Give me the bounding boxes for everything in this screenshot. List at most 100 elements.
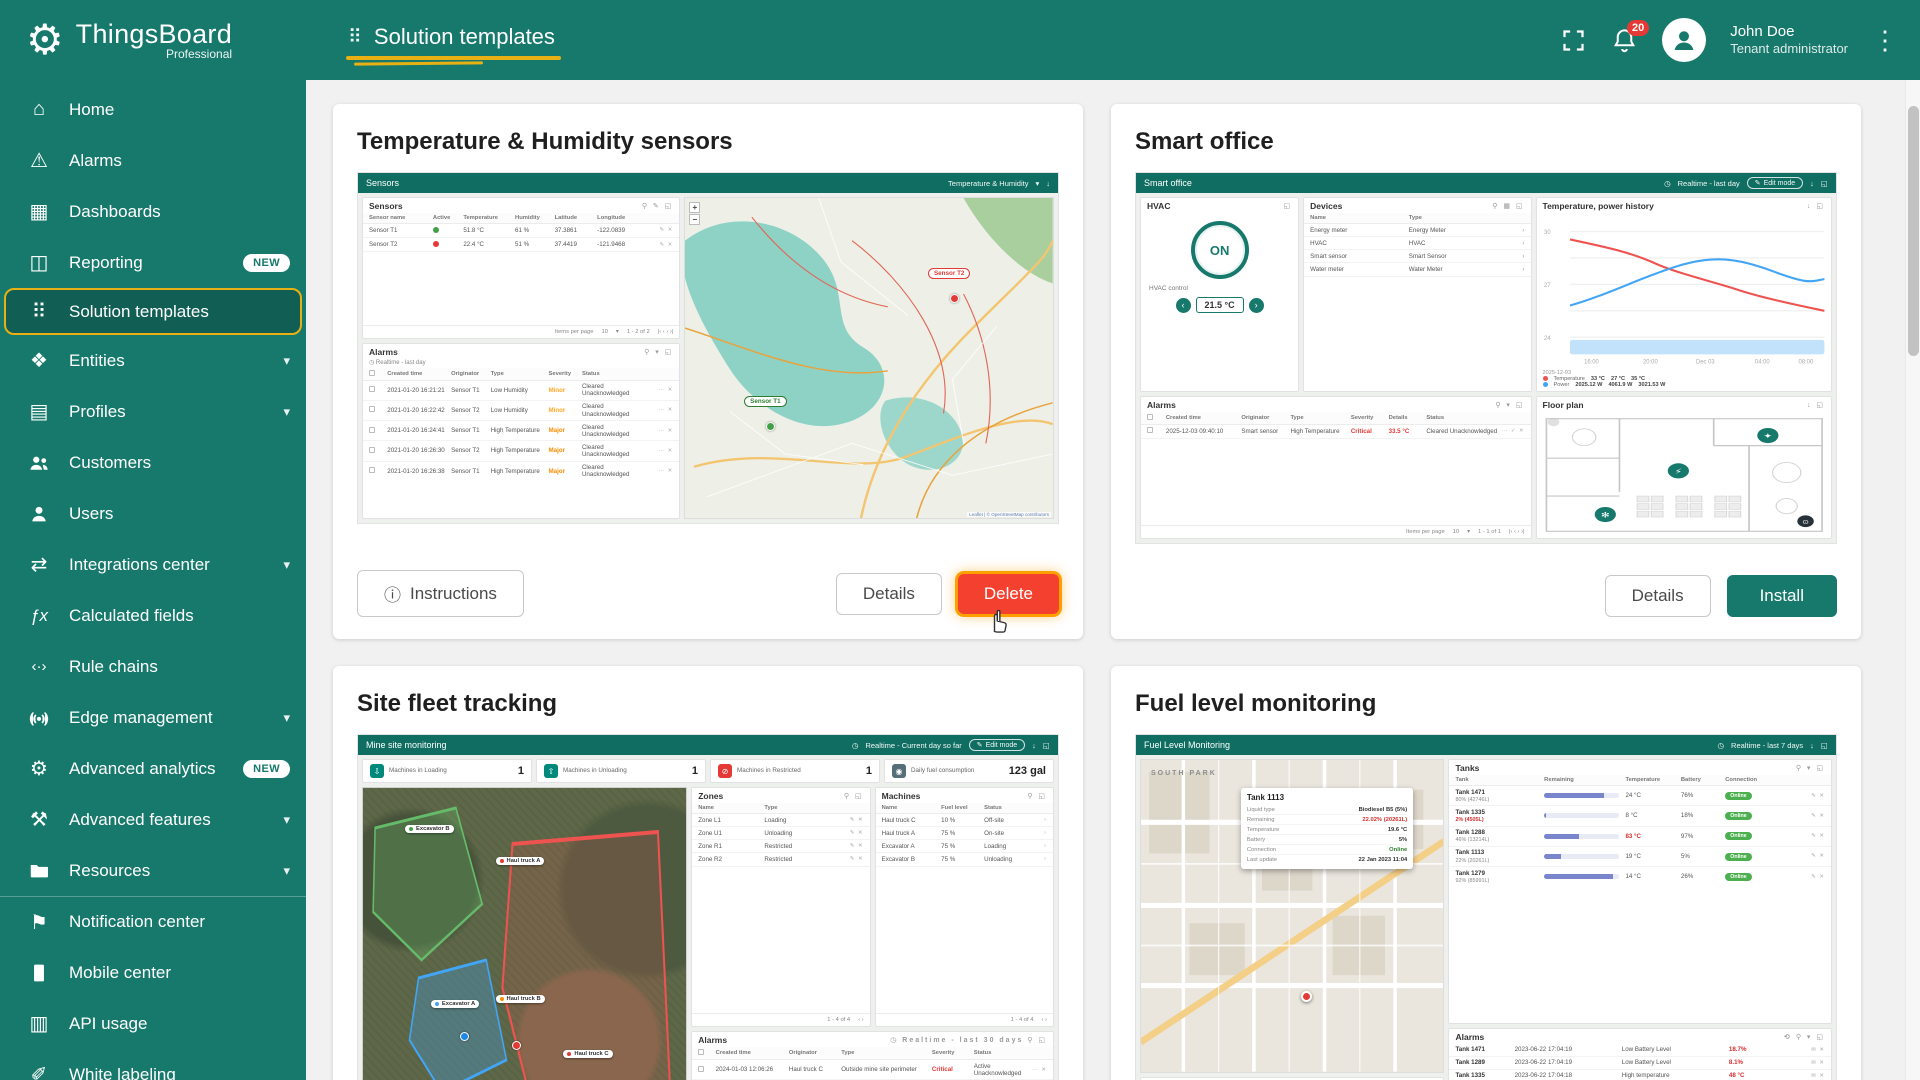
info-icon: ⓘ	[384, 581, 401, 606]
machine-row: Haul truck A75 %On-site›	[876, 827, 1053, 840]
card-title: Smart office	[1135, 128, 1837, 156]
connection-badge: Online	[1725, 792, 1751, 800]
sidebar-item-users[interactable]: Users	[0, 488, 306, 539]
svg-text:⊙: ⊙	[1802, 519, 1809, 526]
zoom-in-button: +	[689, 202, 700, 213]
scrollbar[interactable]	[1905, 80, 1920, 1080]
sidebar-item-edge-management[interactable]: Edge management▾	[0, 692, 306, 743]
fullscreen-icon	[1560, 27, 1587, 54]
notification-badge: 20	[1627, 20, 1649, 36]
preview-toolbar: Smart office ◷Realtime - last day✎Edit m…	[1136, 173, 1836, 193]
sidebar-item-mobile-center[interactable]: Mobile center	[0, 947, 306, 998]
device-row: Water meterWater Meter›	[1304, 263, 1530, 276]
more-menu-button[interactable]: ⋮	[1872, 25, 1898, 56]
sidebar-item-reporting[interactable]: ◫ReportingNEW	[0, 237, 306, 288]
api-usage-icon: ▥	[26, 1011, 52, 1036]
loading-icon: ⇩	[370, 764, 384, 778]
hvac-panel: HVAC◱ ON HVAC control ‹ 21.5 °C ›	[1140, 197, 1299, 392]
chevron-down-icon: ▾	[1467, 529, 1470, 535]
solution-card-temperature-humidity: Temperature & Humidity sensors Sensors T…	[333, 104, 1083, 639]
svg-text:24: 24	[1544, 335, 1551, 342]
panel-icons: ⚲ ▾ ◱	[644, 348, 673, 356]
install-button[interactable]: Install	[1727, 575, 1837, 617]
notifications-button[interactable]: 20	[1611, 27, 1638, 54]
row-actions: ✉ ✕	[1773, 1047, 1825, 1053]
main-content: Temperature & Humidity sensors Sensors T…	[306, 80, 1920, 1080]
preview-toolbar: Mine site monitoring ◷Realtime - Current…	[358, 735, 1058, 755]
chevron-right-icon: ›	[1507, 253, 1524, 260]
stat-machines-unloading: ⇧Machines in Unloading1	[536, 759, 706, 783]
sidebar-item-api-usage[interactable]: ▥API usage	[0, 998, 306, 1049]
avatar[interactable]	[1662, 18, 1706, 62]
map-zoom-control[interactable]: +−	[689, 202, 700, 225]
card-title: Site fleet tracking	[357, 690, 1059, 718]
chevron-right-icon: ›	[1507, 227, 1524, 234]
panel-icons: ⟲ ⚲ ▾ ◱	[1784, 1033, 1825, 1041]
user-role: Tenant administrator	[1730, 41, 1848, 58]
flag-icon: ⚑	[26, 910, 52, 935]
panel-icons: ⚲ ◱	[844, 792, 864, 800]
active-dot	[433, 227, 439, 233]
app-logo[interactable]: ⚙ ThingsBoard Professional	[0, 19, 306, 61]
fullscreen-button[interactable]	[1560, 27, 1587, 54]
scrollbar-thumb[interactable]	[1908, 106, 1919, 356]
sidebar-item-customers[interactable]: Customers	[0, 437, 306, 488]
details-button[interactable]: Details	[836, 573, 942, 615]
edge-icon	[28, 707, 50, 729]
chevron-down-icon: ▾	[283, 557, 290, 573]
zone-row: Zone R2Restricted✎ ✕	[692, 853, 869, 866]
sidebar-item-integrations-center[interactable]: ⇄Integrations center▾	[0, 539, 306, 590]
decrease-temp-button: ‹	[1176, 298, 1191, 313]
user-menu[interactable]: John Doe Tenant administrator	[1730, 22, 1848, 58]
sidebar-item-calculated-fields[interactable]: ƒxCalculated fields	[0, 590, 306, 641]
stat-machines-loading: ⇩Machines in Loading1	[362, 759, 532, 783]
row-actions: ✉ ✕	[1773, 1060, 1825, 1066]
clock-icon: ◷	[852, 741, 859, 750]
sidebar-item-alarms[interactable]: ⚠Alarms	[0, 135, 306, 186]
details-button[interactable]: Details	[1605, 575, 1711, 617]
sidebar-item-dashboards[interactable]: ▦Dashboards	[0, 186, 306, 237]
svg-text:04:00: 04:00	[1754, 358, 1769, 365]
solution-templates-icon: ⠿	[348, 26, 362, 49]
map-marker-sensor-t2: Sensor T2	[928, 268, 970, 279]
delete-button[interactable]: Delete	[958, 574, 1059, 614]
preview-fuel-level-monitoring[interactable]: Fuel Level Monitoring ◷Realtime - last 7…	[1135, 734, 1837, 1080]
sidebar-item-advanced-features[interactable]: ⚒Advanced features▾	[0, 794, 306, 845]
svg-text:⚡: ⚡	[1674, 467, 1681, 475]
sidebar-item-entities[interactable]: ❖Entities▾	[0, 335, 306, 386]
alarms-panel: Alarms⟲ ⚲ ▾ ◱ Tank 14712023-06-22 17:04:…	[1448, 1028, 1832, 1080]
zones-panel: Zones⚲ ◱ NameType Zone L1Loading✎ ✕ Zone…	[691, 787, 870, 1027]
preview-toolbar: Fuel Level Monitoring ◷Realtime - last 7…	[1136, 735, 1836, 755]
analytics-icon: ⚙	[26, 756, 52, 781]
alarm-row: Tank 13352023-06-22 17:04:18High tempera…	[1449, 1070, 1831, 1080]
page-title-text: Solution templates	[374, 24, 555, 50]
download-icon: ↓	[1810, 179, 1814, 188]
chevron-down-icon: ▾	[1035, 179, 1039, 188]
city-map: SOUTH PARK Tank 1113 Liquid typeBiodiese…	[1140, 759, 1444, 1073]
preview-site-fleet-tracking[interactable]: Mine site monitoring ◷Realtime - Current…	[357, 734, 1059, 1080]
map-marker-sensor-t1: Sensor T1	[744, 396, 786, 407]
sidebar-item-home[interactable]: ⌂Home	[0, 84, 306, 135]
svg-text:08:00: 08:00	[1798, 358, 1813, 365]
sidebar: ⌂Home ⚠Alarms ▦Dashboards ◫ReportingNEW …	[0, 80, 306, 1080]
sidebar-item-notification-center[interactable]: ⚑Notification center	[0, 896, 306, 947]
sidebar-item-advanced-analytics[interactable]: ⚙Advanced analyticsNEW	[0, 743, 306, 794]
alarm-row: 2021-01-20 16:26:30Sensor T2High Tempera…	[363, 441, 679, 461]
sidebar-item-solution-templates[interactable]: ⠿Solution templates	[4, 288, 302, 335]
sidebar-item-white-labeling[interactable]: ✐White labeling	[0, 1049, 306, 1080]
instructions-button[interactable]: ⓘInstructions	[357, 570, 524, 617]
preview-temperature-humidity[interactable]: Sensors Temperature & Humidity▾↓ Sensors…	[357, 172, 1059, 524]
map-attribution: Leaflet | © OpenStreetMap contributors	[967, 512, 1051, 517]
connection-badge: Online	[1725, 812, 1751, 820]
alarm-icon: ⚠	[26, 148, 52, 173]
clock-icon: ◷	[1717, 741, 1724, 750]
sidebar-item-resources[interactable]: Resources▾	[0, 845, 306, 896]
chevron-down-icon: ▾	[283, 353, 290, 369]
edit-mode-pill: ✎Edit mode	[1747, 177, 1803, 189]
tank-map-marker	[1301, 991, 1312, 1002]
sidebar-item-rule-chains[interactable]: ‹·›Rule chains	[0, 641, 306, 692]
machine-dot	[460, 1032, 469, 1041]
preview-smart-office[interactable]: Smart office ◷Realtime - last day✎Edit m…	[1135, 172, 1837, 544]
sidebar-item-profiles[interactable]: ▤Profiles▾	[0, 386, 306, 437]
panel-icons: ↓ ◱	[1807, 401, 1825, 409]
